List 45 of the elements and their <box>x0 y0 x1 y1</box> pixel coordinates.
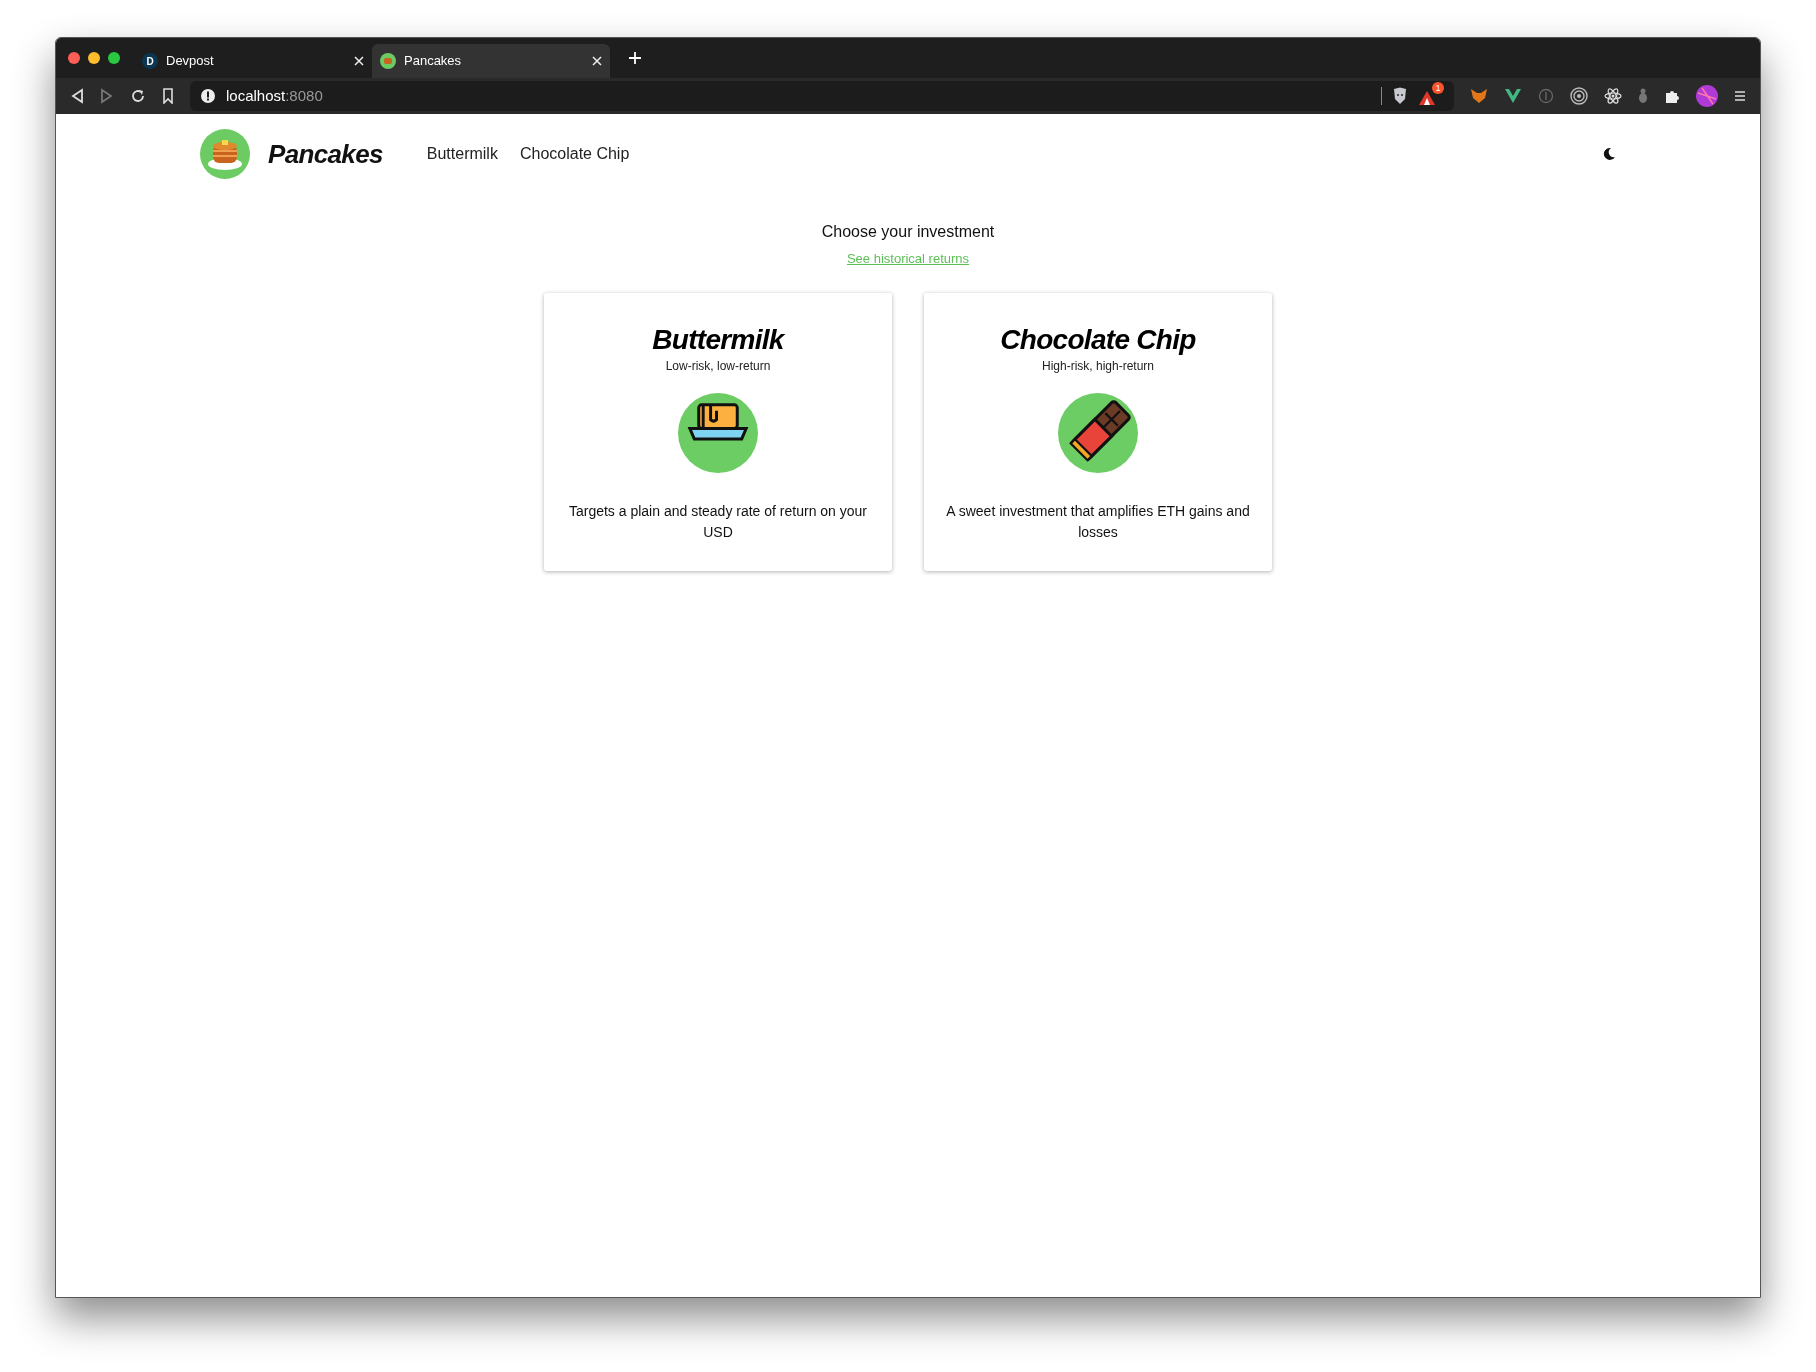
investment-card[interactable]: Chocolate Chip High-risk, high-return A sweet investment that amplifies ETH gains and losses <box>924 292 1272 571</box>
pancake-logo-icon[interactable] <box>200 129 250 179</box>
favicon-icon: D <box>142 53 158 69</box>
profile-avatar-icon[interactable] <box>1696 85 1718 107</box>
brand-name[interactable]: Pancakes <box>268 134 383 174</box>
tab-title: Devpost <box>166 52 215 71</box>
target-icon[interactable] <box>1570 87 1588 105</box>
address-bar[interactable]: localhost:8080 1 <box>190 81 1454 111</box>
nav-link[interactable]: Buttermilk <box>426 142 498 166</box>
menu-icon[interactable] <box>1734 90 1746 102</box>
section-heading: Choose your investment <box>821 222 995 242</box>
back-icon[interactable] <box>70 88 84 104</box>
card-subtitle: Low-risk, low-return <box>665 357 771 375</box>
butter-dish-icon <box>678 392 758 473</box>
nav-link[interactable]: Chocolate Chip <box>519 142 630 166</box>
maximize-window-button[interactable] <box>108 52 120 64</box>
minimize-window-button[interactable] <box>88 52 100 64</box>
new-tab-icon[interactable] <box>628 51 642 65</box>
tab-title: Pancakes <box>404 52 463 71</box>
atom-icon[interactable] <box>1604 87 1622 105</box>
bookmark-icon[interactable] <box>162 88 174 104</box>
fox-icon[interactable] <box>1470 88 1488 104</box>
notification-badge: 1 <box>1432 82 1444 94</box>
card-title: Chocolate Chip <box>1000 322 1196 357</box>
puzzle-icon[interactable] <box>1664 88 1680 104</box>
close-tab-icon[interactable] <box>592 56 602 66</box>
reload-icon[interactable] <box>130 88 146 104</box>
info-icon <box>200 88 216 104</box>
card-subtitle: High-risk, high-return <box>1041 357 1154 375</box>
card-description: A sweet investment that amplifies ETH gains and losses <box>945 501 1251 542</box>
triangle-icon[interactable] <box>1418 90 1436 106</box>
close-window-button[interactable] <box>68 52 80 64</box>
card-title: Buttermilk <box>652 322 784 357</box>
url-text: localhost:8080 <box>226 85 323 106</box>
browser-tab[interactable]: Pancakes <box>372 44 610 78</box>
browser-tab[interactable]: D Devpost <box>134 44 372 78</box>
forward-icon[interactable] <box>100 88 114 104</box>
investment-card[interactable]: Buttermilk Low-risk, low-return Targets a plain and steady rate of return on your USD <box>544 292 892 571</box>
card-description: Targets a plain and steady rate of return on your USD <box>567 501 869 542</box>
close-tab-icon[interactable] <box>354 56 364 66</box>
moon-icon[interactable] <box>1602 147 1616 161</box>
chocolate-bar-icon <box>1058 392 1138 473</box>
info-circle-icon[interactable] <box>1538 88 1554 104</box>
v-logo-icon[interactable] <box>1504 88 1522 104</box>
pancake-favicon-icon <box>380 53 396 69</box>
